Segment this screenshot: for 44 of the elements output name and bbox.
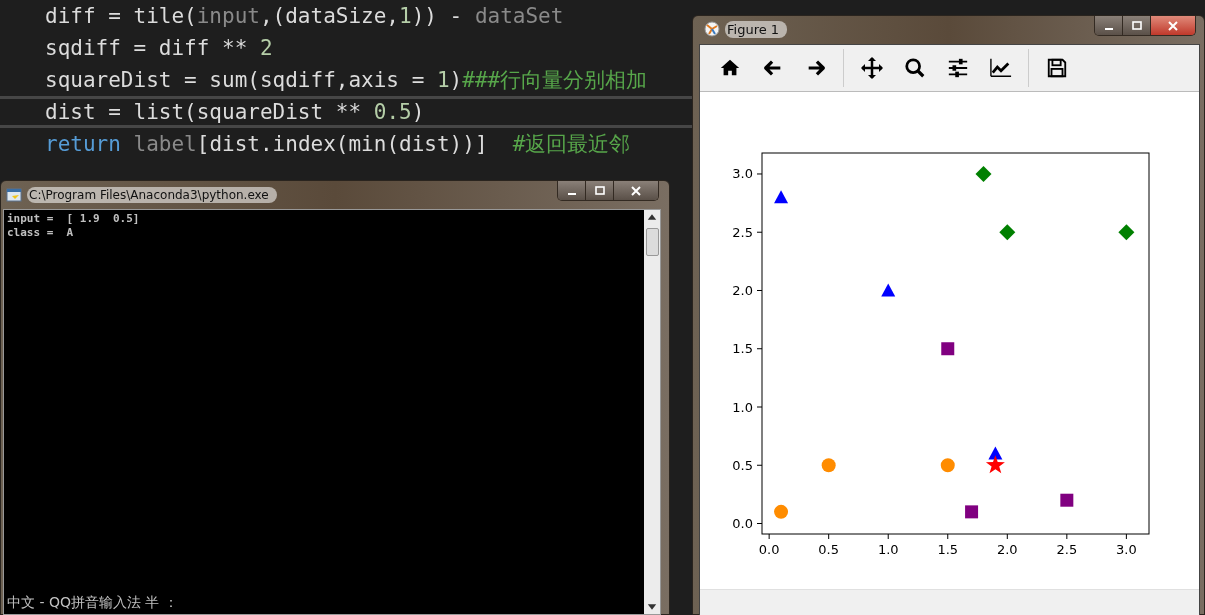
minimize-button[interactable] <box>1095 16 1123 35</box>
tick-label: 2.0 <box>732 283 753 298</box>
maximize-button[interactable] <box>586 181 614 200</box>
close-button[interactable] <box>614 181 658 200</box>
tick-label: 3.0 <box>732 166 753 182</box>
tick-label: 3.0 <box>1116 542 1137 557</box>
window-title: C:\Program Files\Anaconda3\python.exe <box>27 187 277 203</box>
close-icon <box>1168 20 1178 31</box>
maximize-icon <box>1131 20 1142 31</box>
line-chart-icon <box>988 57 1013 79</box>
close-button[interactable] <box>1151 16 1195 35</box>
tick-label: 0.5 <box>818 542 840 557</box>
tick-label: 1.0 <box>877 542 899 557</box>
app-icon <box>704 21 720 37</box>
minimize-icon <box>567 192 576 195</box>
console-output-line: input = [ 1.9 0.5] <box>7 212 141 226</box>
scrollbar-thumb[interactable] <box>645 228 659 256</box>
console-output-line: class = A <box>7 226 75 240</box>
tick-label: 1.5 <box>937 542 959 557</box>
code-line: sqdiff = diff ** 2 <box>45 36 273 60</box>
tick-label: 2.5 <box>732 224 753 240</box>
code-line: dist = list(squareDist ** 0.5) <box>45 100 425 124</box>
move-arrows-icon <box>859 56 884 80</box>
code-line: return label[dist.index(min(dist))] #返回最近邻 <box>45 131 631 158</box>
close-icon <box>631 185 641 196</box>
window-title: Figure 1 <box>725 20 788 38</box>
tick-label: 2.5 <box>1056 542 1078 557</box>
sliders-icon <box>946 57 969 79</box>
scrollbar[interactable] <box>644 210 660 614</box>
tick-label: 0.0 <box>758 542 780 557</box>
terminal-icon <box>6 187 22 203</box>
minimize-icon <box>1104 27 1113 30</box>
maximize-icon <box>594 185 605 196</box>
tick-label: 2.0 <box>996 542 1018 557</box>
tick-label: 0.5 <box>732 457 753 473</box>
maximize-button[interactable] <box>1123 16 1151 35</box>
tick-label: 0.0 <box>732 516 753 531</box>
search-icon <box>903 57 926 79</box>
minimize-button[interactable] <box>558 181 586 200</box>
ime-status-text: 中文 - QQ拼音输入法 半 ： <box>7 594 179 612</box>
code-line: squareDist = sum(sqdiff,axis = 1)###行向量分别相加 <box>45 67 648 94</box>
code-line: diff = tile(input,(dataSize,1)) - dataSet <box>45 4 564 28</box>
tick-label: 1.0 <box>732 399 753 415</box>
tick-label: 1.5 <box>732 341 753 357</box>
